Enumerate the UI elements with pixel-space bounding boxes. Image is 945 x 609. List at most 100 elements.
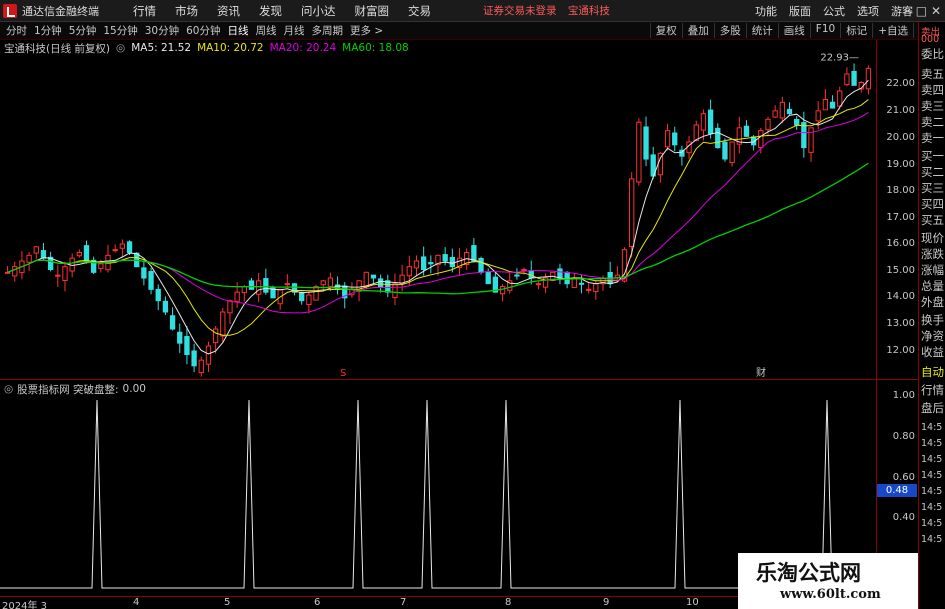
settings-icon[interactable]: ◎	[116, 42, 125, 54]
tab-daily[interactable]: 日线	[228, 23, 249, 38]
tab-60min[interactable]: 60分钟	[186, 23, 220, 38]
quote-panel: 卖出 000 委比 卖五 卖四 卖三 卖二 卖一 买一 买二 买三 买四 买五 …	[918, 22, 945, 609]
candle-body	[535, 283, 542, 286]
quote-time: 14:5	[921, 502, 943, 513]
date-tick: 5	[224, 597, 231, 608]
date-tick: 7	[400, 597, 407, 608]
multi-stock-button[interactable]: 多股	[713, 23, 746, 38]
candle-body	[4, 271, 11, 274]
candle-body	[284, 283, 291, 286]
menu-shichang[interactable]: 市场	[175, 3, 198, 19]
tab-30min[interactable]: 30分钟	[145, 23, 179, 38]
price-tick: 13.00	[886, 318, 915, 329]
quote-item: 净资	[921, 329, 944, 343]
candle-body	[478, 257, 484, 273]
candle-body	[715, 127, 721, 149]
candle-body	[578, 282, 585, 285]
ma60-label: MA60: 18.08	[342, 42, 409, 54]
indicator-header: ◎ 股票指标网 突破盘整: 0.00	[0, 382, 146, 396]
candle-body	[205, 345, 212, 365]
tab-multi-period[interactable]: 多周期	[312, 23, 344, 38]
candle-body	[263, 278, 269, 293]
tab-5min[interactable]: 5分钟	[69, 23, 97, 38]
menu-banmian[interactable]: 版面	[789, 3, 811, 19]
menu-jiaoyi[interactable]: 交易	[408, 3, 431, 19]
menu-gongneng[interactable]: 功能	[755, 3, 777, 19]
tab-15min[interactable]: 15分钟	[103, 23, 137, 38]
candle-body	[148, 271, 154, 290]
tab-fenshi[interactable]: 分时	[6, 23, 27, 38]
quote-item: 收益	[921, 345, 944, 359]
menu-hangqing[interactable]: 行情	[133, 3, 156, 19]
candle-body	[801, 122, 807, 149]
candle-body	[808, 127, 814, 153]
add-watchlist-button[interactable]: +自选	[872, 23, 913, 38]
watermark-url: www.60lt.com	[780, 587, 881, 602]
mark-button[interactable]: 标记	[840, 23, 872, 38]
quote-time: 14:5	[921, 534, 943, 545]
window-controls[interactable]: ─ □ ✕	[905, 4, 941, 18]
candle-body	[851, 70, 857, 86]
quote-item: 现价	[921, 231, 944, 245]
candle-body	[585, 288, 592, 291]
candle-body	[794, 118, 800, 126]
tab-weekly[interactable]: 周线	[256, 23, 277, 38]
candle-body	[184, 336, 190, 355]
candle-body	[743, 125, 750, 137]
quote-item[interactable]: 自动	[921, 364, 945, 380]
candle-body	[413, 260, 420, 269]
candle-body	[62, 266, 68, 282]
app-logo-icon	[3, 3, 17, 18]
tab-monthly[interactable]: 月线	[284, 23, 305, 38]
period-tabs: 分时 1分钟 5分钟 15分钟 30分钟 60分钟 日线 周线 月线 多周期 更…	[6, 23, 390, 38]
candle-body	[499, 286, 506, 295]
quote-item: 卖五	[921, 67, 944, 81]
candle-body	[428, 262, 434, 265]
f10-button[interactable]: F10	[809, 23, 840, 38]
menu-wenxiaoda[interactable]: 问小达	[301, 3, 336, 19]
right-menu: 功能 版面 公式 选项 游客	[743, 3, 913, 19]
overlay-button[interactable]: 叠加	[681, 23, 714, 38]
candle-body	[557, 268, 563, 279]
tab-1min[interactable]: 1分钟	[34, 23, 62, 38]
draw-line-button[interactable]: 画线	[777, 23, 810, 38]
price-tick: 17.00	[886, 212, 915, 223]
candle-body	[112, 249, 118, 252]
quote-item[interactable]: 盘后	[921, 400, 945, 416]
fuquan-button[interactable]: 复权	[649, 23, 682, 38]
candle-body	[313, 286, 319, 301]
date-tick: 4	[133, 597, 140, 608]
candle-body	[299, 291, 305, 302]
indicator-settings-icon[interactable]: ◎	[4, 383, 13, 395]
candle-body	[177, 331, 183, 344]
candlestick-chart[interactable]: —11.5222.93—S财	[0, 40, 876, 380]
quote-item[interactable]: 行情	[921, 382, 945, 398]
menu-xuanxiang[interactable]: 选项	[857, 3, 879, 19]
statistics-button[interactable]: 统计	[745, 23, 778, 38]
candle-body	[377, 278, 384, 287]
title-bar: 通达信金融终端 行情 市场 资讯 发现 问小达 财富圈 交易 证券交易未登录 宝…	[0, 0, 945, 22]
candle-body	[126, 241, 133, 253]
candle-body	[471, 245, 477, 262]
candle-body	[514, 274, 520, 277]
candle-body	[521, 269, 527, 271]
trade-login-status[interactable]: 证券交易未登录	[483, 5, 557, 17]
menu-faxian[interactable]: 发现	[259, 3, 282, 19]
tab-more[interactable]: 更多 >	[350, 23, 383, 38]
candle-body	[363, 271, 369, 288]
price-tick: 14.00	[886, 291, 915, 302]
quote-item: 买三	[921, 181, 944, 195]
menu-gongshi[interactable]: 公式	[823, 3, 845, 19]
candle-body	[700, 113, 707, 131]
date-tick: 2024年 3	[2, 601, 47, 609]
candle-body	[629, 178, 635, 247]
menu-zixun[interactable]: 资讯	[217, 3, 240, 19]
menu-caifuquan[interactable]: 财富圈	[355, 3, 390, 19]
ma10-label: MA10: 20.72	[197, 42, 264, 54]
candle-body	[693, 124, 699, 141]
quote-header-code: 000	[921, 34, 940, 45]
candle-body	[220, 311, 226, 337]
candle-body	[155, 288, 161, 302]
candle-body	[169, 315, 176, 330]
candle-body	[83, 245, 90, 262]
